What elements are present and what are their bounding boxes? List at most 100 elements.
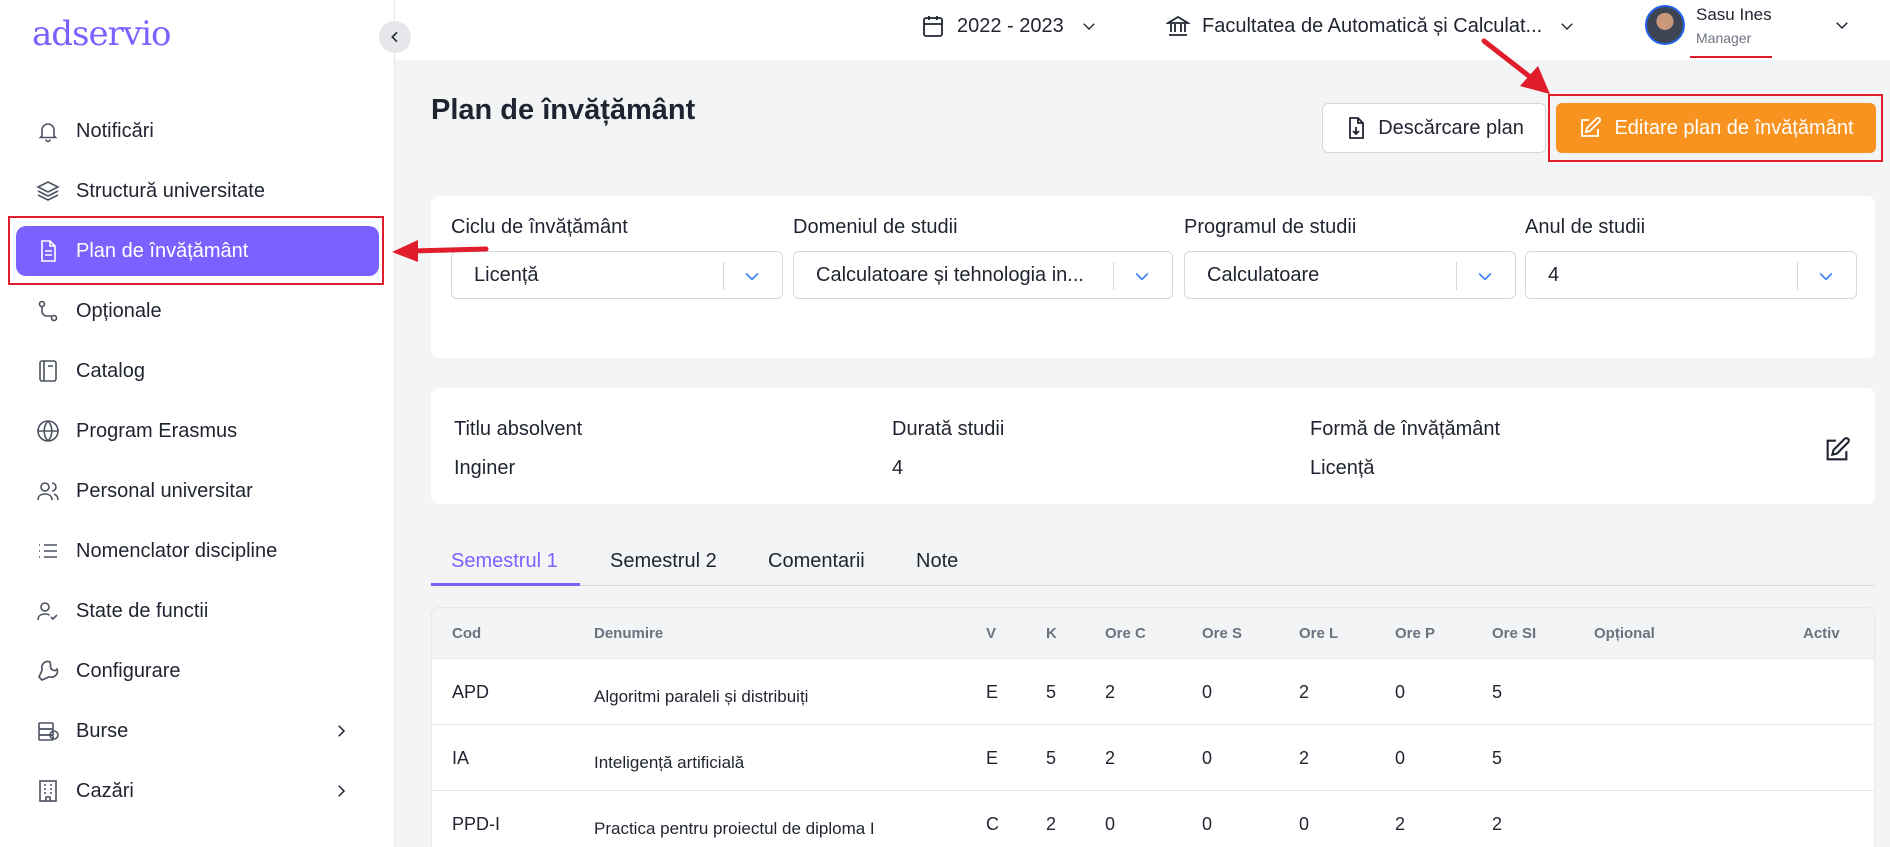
sidebar-collapse-button[interactable]	[379, 21, 411, 53]
cell-v: E	[986, 682, 999, 702]
info-label-titlu: Titlu absolvent	[454, 418, 583, 440]
sidebar-item-label: Burse	[76, 719, 129, 742]
tab-comentarii[interactable]: Comentarii	[768, 550, 865, 573]
globe-icon	[36, 419, 60, 443]
filter-label-program: Programul de studii	[1184, 216, 1357, 238]
an-select[interactable]: 4	[1525, 251, 1857, 299]
domeniu-select[interactable]: Calculatoare și tehnologia in...	[793, 251, 1173, 299]
document-icon	[36, 239, 60, 263]
user-role: Manager	[1696, 30, 1752, 46]
cell-cod: PPD-I	[452, 814, 501, 834]
year-selector[interactable]: 2022 - 2023	[921, 12, 1098, 40]
edit-plan-button[interactable]: Editare plan de învățământ	[1556, 103, 1876, 153]
sidebar-item-label: Catalog	[76, 359, 145, 382]
cell-v: C	[986, 814, 999, 834]
cell-ore-c: 2	[1105, 682, 1116, 702]
cell-cod: APD	[452, 682, 490, 702]
semester-tabs: Semestrul 1 Semestrul 2 Comentarii Note	[431, 538, 1875, 586]
user-menu-toggle[interactable]	[1833, 16, 1851, 39]
cell-ore-si: 5	[1492, 748, 1503, 768]
book-icon	[36, 359, 60, 383]
sidebar-item-notificari[interactable]: Notificări	[0, 101, 395, 161]
info-value-titlu: Inginer	[454, 457, 516, 479]
cell-ore-s: 0	[1202, 682, 1213, 702]
cell-ore-s: 0	[1202, 814, 1213, 834]
sidebar-item-nomenclator[interactable]: Nomenclator discipline	[0, 521, 395, 581]
col-v: V	[986, 625, 997, 642]
info-label-forma: Formă de învățământ	[1310, 418, 1501, 440]
chevron-down-icon	[1083, 23, 1095, 30]
program-select[interactable]: Calculatoare	[1184, 251, 1516, 299]
table-row[interactable]: IA Inteligență artificială E 5 2 0 2 0 5	[432, 725, 1874, 791]
col-k: K	[1046, 625, 1057, 642]
sidebar-item-label: Configurare	[76, 659, 181, 682]
tab-note[interactable]: Note	[916, 550, 958, 573]
sidebar-item-burse[interactable]: Burse	[0, 701, 395, 761]
sidebar-item-label: Program Erasmus	[76, 419, 238, 442]
col-ore-l: Ore L	[1299, 625, 1339, 642]
user-name[interactable]: Sasu Ines	[1696, 5, 1772, 25]
sidebar-item-plan[interactable]: Plan de învățământ	[16, 226, 379, 276]
annotation-underline	[1690, 56, 1772, 58]
col-ore-p: Ore P	[1395, 625, 1436, 642]
tab-semestrul-1[interactable]: Semestrul 1	[451, 550, 558, 573]
cell-k: 5	[1046, 682, 1057, 702]
users-icon	[36, 479, 60, 503]
col-ore-c: Ore C	[1105, 625, 1146, 642]
edit-info-icon[interactable]	[1823, 436, 1851, 464]
avatar[interactable]	[1645, 5, 1685, 45]
filter-label-domeniu: Domeniul de studii	[793, 216, 958, 238]
ciclu-select[interactable]: Licență	[451, 251, 783, 299]
col-cod: Cod	[452, 625, 482, 642]
cell-ore-l: 2	[1299, 682, 1310, 702]
sidebar-item-optionale[interactable]: Opționale	[0, 281, 395, 341]
info-card: Titlu absolvent Inginer Durată studii 4 …	[431, 388, 1875, 504]
filter-label-ciclu: Ciclu de învățământ	[451, 216, 628, 238]
sidebar-item-label: Opționale	[76, 299, 162, 322]
sidebar-item-label: Notificări	[76, 119, 154, 142]
app-logo[interactable]: adservio	[32, 14, 171, 54]
cell-ore-l: 2	[1299, 748, 1310, 768]
branch-icon	[36, 299, 60, 323]
table-row[interactable]: PPD-I Practica pentru proiectul de diplo…	[432, 791, 1874, 847]
sidebar-item-configurare[interactable]: Configurare	[0, 641, 395, 701]
info-label-durata: Durată studii	[892, 418, 1005, 440]
cell-ore-p: 0	[1395, 748, 1406, 768]
edit-icon	[1581, 117, 1602, 137]
sidebar-item-catalog[interactable]: Catalog	[0, 341, 395, 401]
year-value: 2022 - 2023	[957, 14, 1064, 37]
cell-ore-l: 0	[1299, 814, 1310, 834]
chevron-right-icon[interactable]	[332, 722, 350, 740]
sidebar-item-cazari[interactable]: Cazări	[0, 761, 395, 821]
sidebar-item-state[interactable]: State de functii	[0, 581, 395, 641]
cell-denumire: Practica pentru proiectul de diploma I	[594, 819, 875, 838]
cell-k: 2	[1046, 814, 1057, 834]
faculty-selector[interactable]: Facultatea de Automatică și Calculat...	[1166, 12, 1576, 40]
sidebar: adservio Notificări Structură universita…	[0, 0, 395, 847]
table-row[interactable]: APD Algoritmi paraleli și distribuiți E …	[432, 659, 1874, 725]
cell-ore-p: 2	[1395, 814, 1406, 834]
info-value-forma: Licență	[1310, 457, 1375, 479]
chevron-right-icon[interactable]	[332, 782, 350, 800]
col-optional: Opțional	[1594, 625, 1655, 642]
file-download-icon	[1349, 117, 1365, 139]
institution-icon	[1166, 15, 1190, 36]
sidebar-item-erasmus[interactable]: Program Erasmus	[0, 401, 395, 461]
tab-semestrul-2[interactable]: Semestrul 2	[610, 550, 717, 573]
sidebar-item-label: Nomenclator discipline	[76, 539, 278, 562]
list-icon	[36, 539, 60, 563]
sidebar-item-personal[interactable]: Personal universitar	[0, 461, 395, 521]
ciclu-value: Licență	[474, 263, 539, 286]
download-plan-button[interactable]: Descărcare plan	[1322, 103, 1546, 153]
chevron-down-icon	[1475, 266, 1495, 286]
building-icon	[36, 779, 60, 803]
discipline-table: Cod Denumire V K Ore C Ore S Ore L Ore P…	[431, 607, 1875, 847]
info-value-durata: 4	[892, 457, 904, 479]
cell-ore-c: 2	[1105, 748, 1116, 768]
filters-card: Ciclu de învățământ Licență Domeniul de …	[431, 196, 1875, 358]
wrench-icon	[36, 659, 60, 683]
cell-denumire: Inteligență artificială	[594, 753, 745, 772]
sidebar-item-structura[interactable]: Structură universitate	[0, 161, 395, 221]
download-plan-label: Descărcare plan	[1378, 116, 1524, 139]
cell-v: E	[986, 748, 999, 768]
